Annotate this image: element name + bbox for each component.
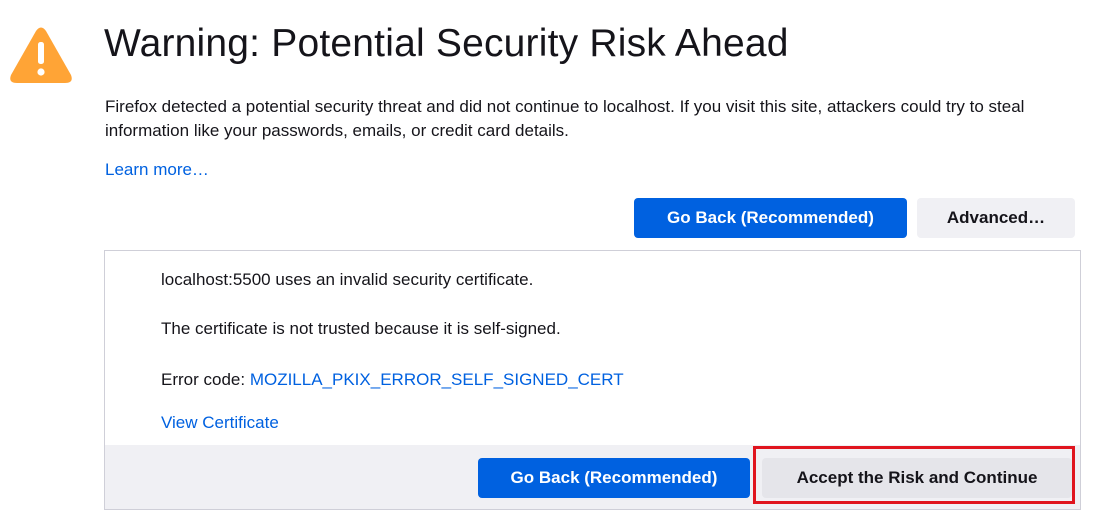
accept-risk-button[interactable]: Accept the Risk and Continue [762, 458, 1072, 498]
error-page: Warning: Potential Security Risk Ahead F… [0, 0, 1100, 518]
error-description: Firefox detected a potential security th… [105, 97, 1025, 140]
learn-more-link[interactable]: Learn more… [105, 160, 209, 180]
certificate-invalid-text: localhost:5500 uses an invalid security … [161, 270, 534, 289]
advanced-panel: localhost:5500 uses an invalid security … [104, 250, 1081, 510]
advanced-panel-footer: Go Back (Recommended) Accept the Risk an… [105, 445, 1080, 509]
error-code-label: Error code: [161, 370, 250, 389]
error-code-line: Error code: MOZILLA_PKIX_ERROR_SELF_SIGN… [161, 370, 624, 390]
view-certificate-link[interactable]: View Certificate [161, 413, 279, 433]
page-title: Warning: Potential Security Risk Ahead [104, 22, 789, 65]
self-signed-text: The certificate is not trusted because i… [161, 319, 561, 338]
go-back-button-secondary[interactable]: Go Back (Recommended) [478, 458, 750, 498]
error-code-link[interactable]: MOZILLA_PKIX_ERROR_SELF_SIGNED_CERT [250, 370, 624, 389]
warning-triangle-icon [8, 25, 74, 85]
advanced-button[interactable]: Advanced… [917, 198, 1075, 238]
go-back-button[interactable]: Go Back (Recommended) [634, 198, 907, 238]
